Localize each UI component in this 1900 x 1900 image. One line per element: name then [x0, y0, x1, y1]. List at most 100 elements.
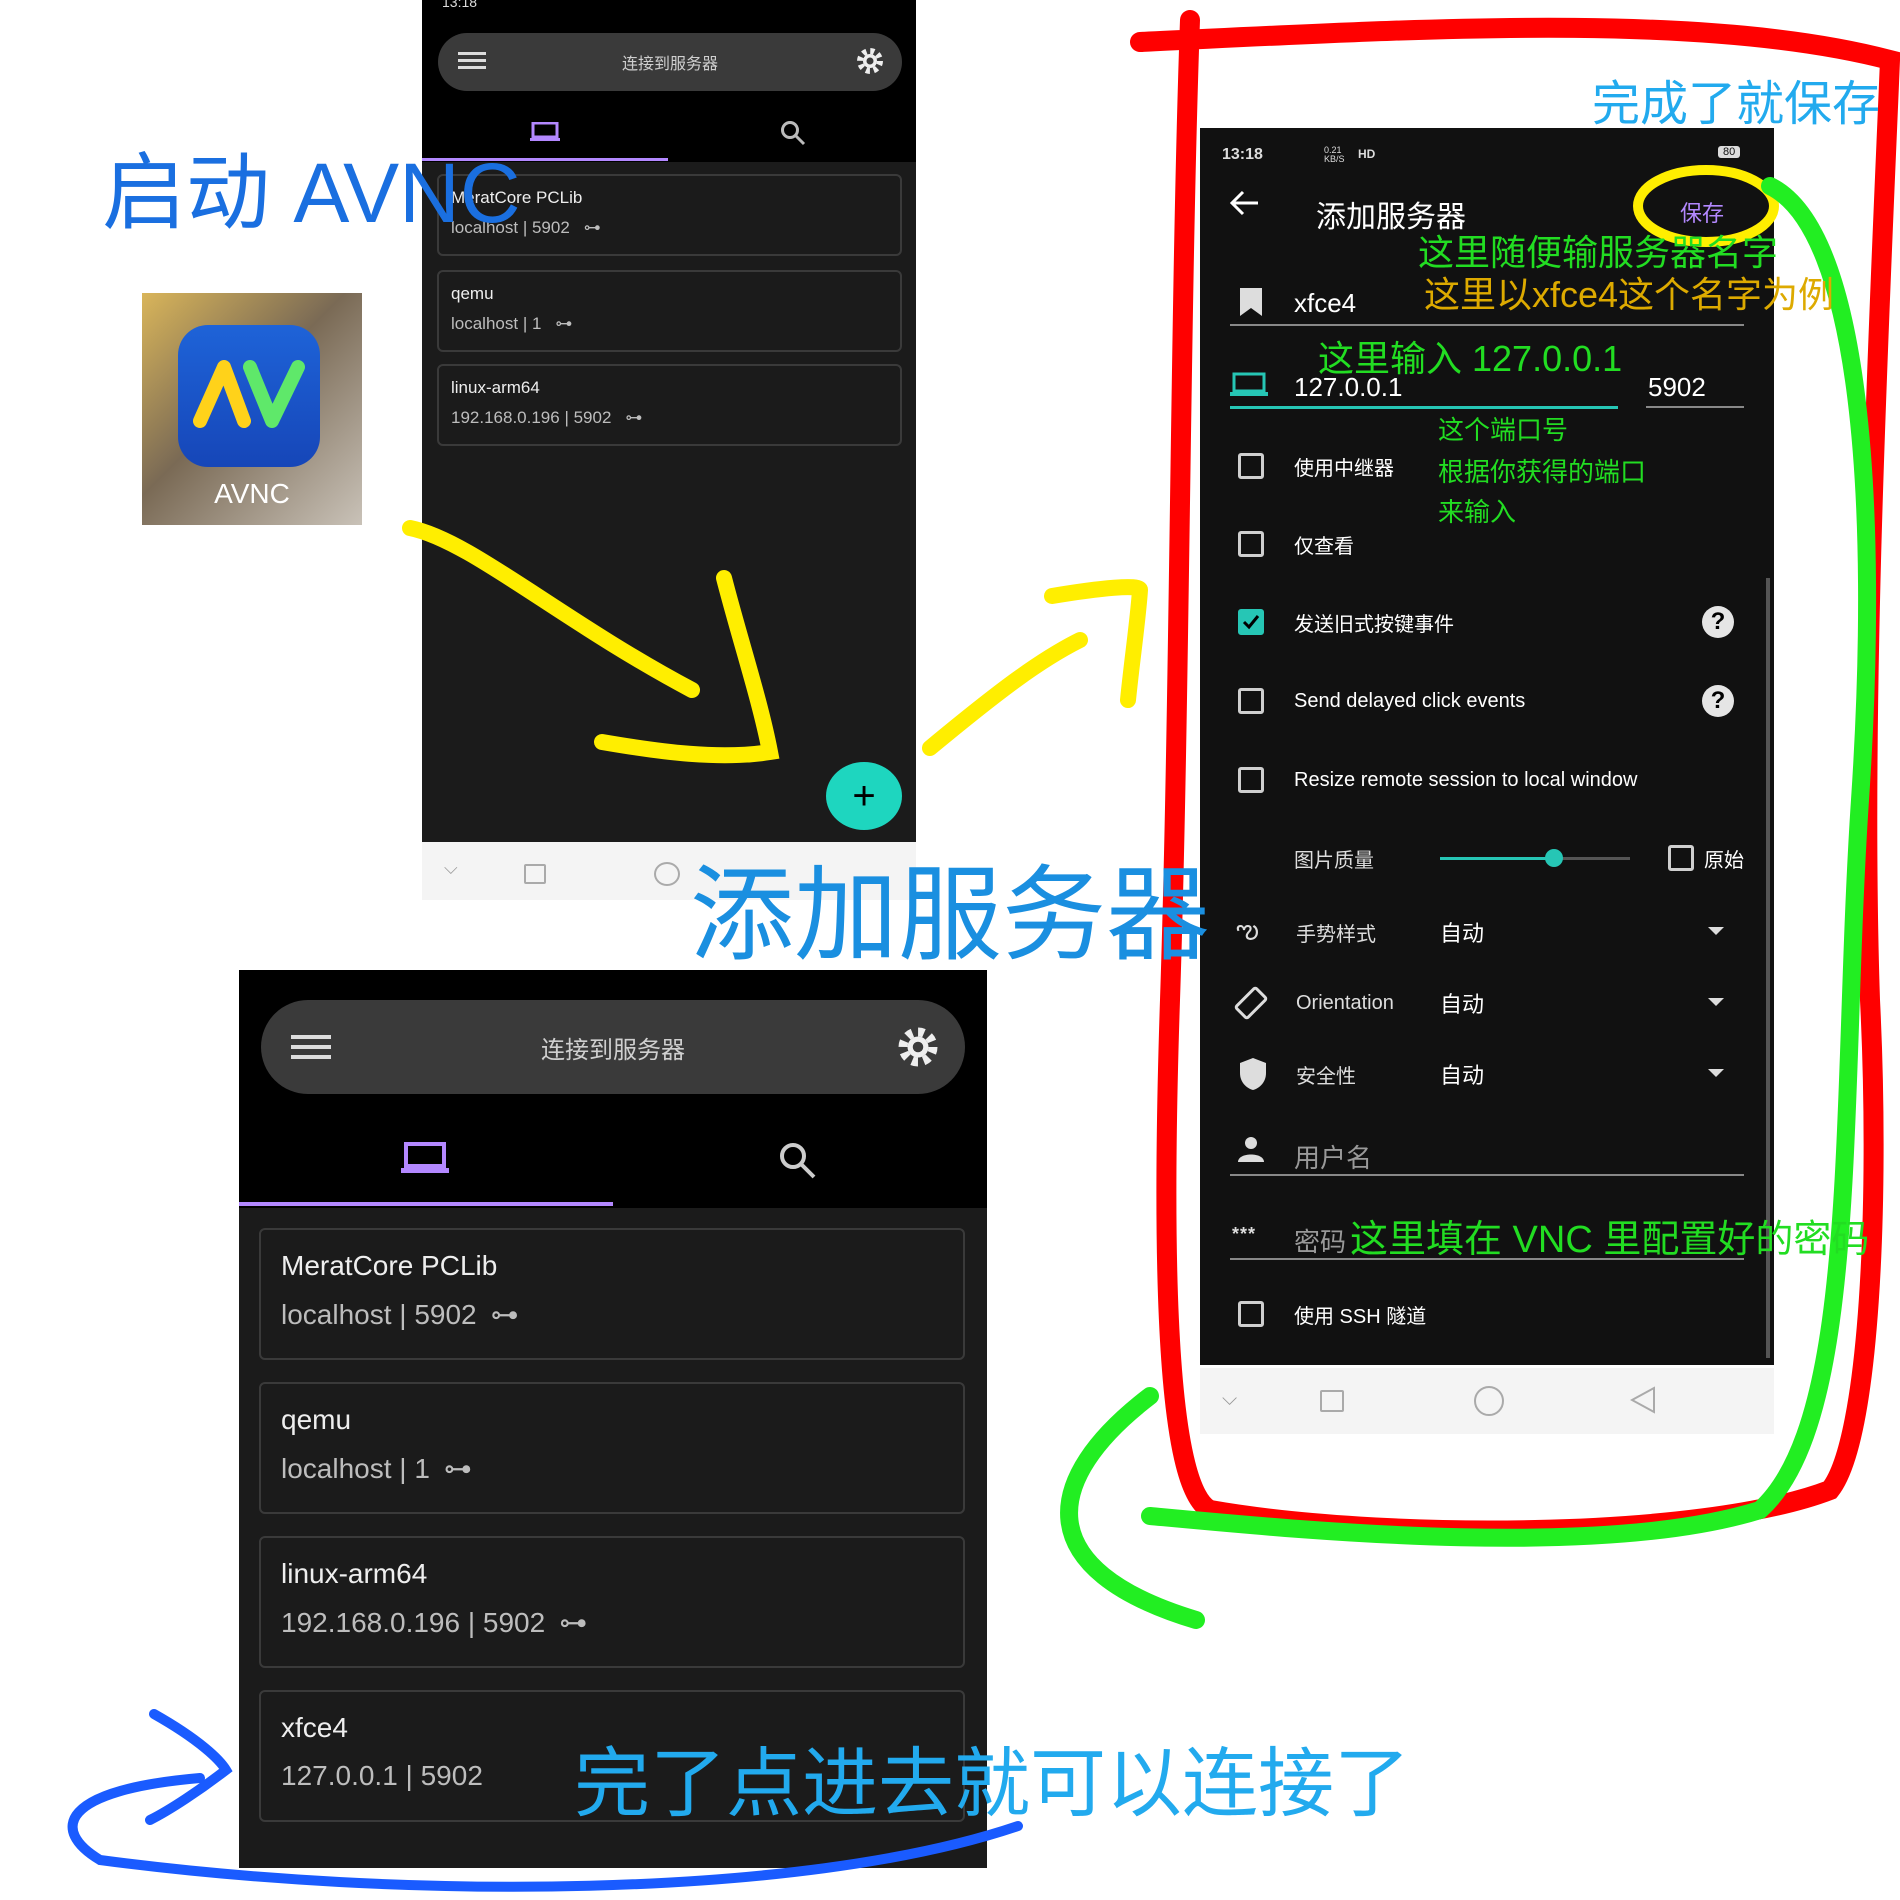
host-underline	[1230, 406, 1618, 409]
gesture-style-row[interactable]: ఌ 手势样式 自动	[1200, 912, 1774, 952]
nav-home-icon[interactable]	[654, 862, 680, 886]
tab-saved-laptop-icon[interactable]	[530, 122, 560, 142]
key-icon: ⊶	[559, 1607, 588, 1638]
server-detail: 127.0.0.1 | 5902	[281, 1760, 483, 1791]
resize-row[interactable]: Resize remote session to local window	[1200, 762, 1774, 798]
server-name: qemu	[281, 1404, 352, 1435]
server-detail: 192.168.0.196 | 5902	[281, 1606, 546, 1638]
form-nav-bar: ⌵	[1200, 1368, 1774, 1434]
host-laptop-icon	[1230, 372, 1268, 398]
status-bar: 13:18	[442, 0, 478, 10]
server-detail: localhost | 5902	[281, 1298, 477, 1330]
legacy-keys-row[interactable]: 发送旧式按键事件 ?	[1200, 604, 1774, 640]
username-input[interactable]: 用户名	[1294, 1138, 1372, 1175]
port-input[interactable]: 5902	[1648, 372, 1706, 403]
connect-hint: 完了点进去就可以连接了	[574, 1742, 1410, 1827]
gesture-value[interactable]: 自动	[1440, 916, 1484, 948]
app-name-label: AVNC	[214, 478, 290, 509]
name-underline	[1230, 324, 1744, 326]
add-server-fab[interactable]: +	[826, 762, 902, 830]
port-hint-2: 根据你获得的端口	[1438, 457, 1647, 487]
server-name: xfce4	[281, 1712, 348, 1743]
view-only-row[interactable]: 仅查看	[1200, 526, 1774, 562]
orientation-label: Orientation	[1296, 991, 1394, 1014]
ssh-label: 使用 SSH 隧道	[1294, 1305, 1427, 1328]
bookmark-icon	[1240, 288, 1262, 316]
nav-triangle-icon[interactable]	[1630, 1386, 1656, 1414]
view-only-checkbox[interactable]	[1238, 531, 1264, 557]
username-underline	[1230, 1174, 1744, 1176]
key-icon: ⊶	[443, 1453, 472, 1484]
tab-saved-laptop-icon[interactable]	[401, 1142, 449, 1174]
topbar-title: 连接到服务器	[621, 56, 718, 73]
host-hint: 这里输入 127.0.0.1	[1318, 338, 1623, 379]
password-input[interactable]: 密码	[1294, 1222, 1346, 1259]
server-card[interactable]: linux-arm64 192.168.0.196 | 5902 ⊶	[437, 364, 902, 446]
quality-slider-fill	[1440, 857, 1554, 860]
search-bar[interactable]: 连接到服务器	[438, 33, 902, 91]
server-list: MeratCore PCLib localhost | 5902 ⊶ qemu l…	[422, 162, 916, 842]
nav-recent-icon[interactable]	[1320, 1390, 1344, 1412]
search-bar[interactable]: 连接到服务器	[261, 1000, 965, 1094]
help-icon[interactable]: ?	[1702, 685, 1734, 717]
quality-slider-thumb[interactable]	[1545, 849, 1563, 867]
port-underline	[1646, 406, 1744, 408]
repeater-label: 使用中继器	[1294, 457, 1394, 480]
password-hint: 这里填在 VNC 里配置好的密码	[1350, 1219, 1870, 1261]
delayed-click-checkbox[interactable]	[1238, 688, 1264, 714]
server-detail: 192.168.0.196 | 5902	[451, 408, 612, 427]
shield-icon	[1238, 1057, 1268, 1091]
legacy-keys-checkbox[interactable]	[1238, 609, 1264, 635]
server-card[interactable]: qemu localhost | 1 ⊶	[437, 270, 902, 352]
ssh-checkbox[interactable]	[1238, 1301, 1264, 1327]
nav-back-icon[interactable]: ⌵	[444, 858, 458, 879]
battery-icon: 80	[1718, 146, 1741, 158]
server-card[interactable]: MeratCore PCLib localhost | 5902 ⊶	[259, 1228, 965, 1360]
chevron-down-icon[interactable]	[1708, 927, 1724, 937]
ssh-row[interactable]: 使用 SSH 隧道	[1200, 1296, 1774, 1332]
delayed-click-row[interactable]: Send delayed click events ?	[1200, 683, 1774, 719]
security-value[interactable]: 自动	[1440, 1058, 1484, 1090]
orientation-row[interactable]: Orientation 自动	[1200, 983, 1774, 1023]
menu-icon[interactable]	[291, 1032, 331, 1062]
repeater-checkbox[interactable]	[1238, 453, 1264, 479]
key-icon: ⊶	[490, 1299, 519, 1330]
security-label: 安全性	[1296, 1065, 1356, 1088]
save-annotation: 完成了就保存	[1592, 78, 1881, 131]
back-arrow-icon[interactable]	[1230, 190, 1260, 216]
settings-gear-icon[interactable]	[897, 1026, 939, 1068]
person-icon	[1236, 1136, 1266, 1162]
resize-checkbox[interactable]	[1238, 767, 1264, 793]
name-input[interactable]: xfce4	[1294, 288, 1356, 319]
port-hint-1: 这个端口号	[1438, 415, 1569, 445]
resize-label: Resize remote session to local window	[1294, 768, 1638, 791]
security-row[interactable]: 安全性 自动	[1200, 1054, 1774, 1094]
yellow-arrow-2	[922, 632, 1088, 756]
add-server-annotation: 添加服务器	[690, 858, 1211, 974]
server-name: qemu	[451, 284, 494, 303]
chevron-down-icon[interactable]	[1708, 1069, 1724, 1079]
avnc-app-icon[interactable]: AVNC	[142, 293, 362, 525]
password-icon: ***	[1232, 1224, 1257, 1244]
gesture-icon: ఌ	[1236, 913, 1259, 944]
tab-discovery-search-icon[interactable]	[777, 1140, 817, 1180]
view-only-label: 仅查看	[1294, 535, 1354, 558]
raw-label: 原始	[1704, 849, 1744, 872]
server-card[interactable]: qemu localhost | 1 ⊶	[259, 1382, 965, 1514]
nav-back-icon[interactable]: ⌵	[1222, 1388, 1237, 1411]
orientation-value[interactable]: 自动	[1440, 987, 1484, 1019]
active-tab-indicator	[239, 1202, 613, 1206]
nav-recent-icon[interactable]	[524, 864, 546, 884]
name-hint-2: 这里以xfce4这个名字为例	[1424, 274, 1835, 315]
nav-home-icon[interactable]	[1474, 1386, 1504, 1416]
server-card[interactable]: linux-arm64 192.168.0.196 | 5902 ⊶	[259, 1536, 965, 1668]
tab-discovery-search-icon[interactable]	[780, 120, 806, 146]
raw-checkbox[interactable]	[1668, 845, 1694, 871]
chevron-down-icon[interactable]	[1708, 998, 1724, 1008]
delayed-click-label: Send delayed click events	[1294, 689, 1526, 712]
help-icon[interactable]: ?	[1702, 606, 1734, 638]
settings-gear-icon[interactable]	[856, 47, 884, 75]
quality-slider[interactable]	[1440, 849, 1630, 867]
status-time: 13:18	[1222, 146, 1263, 163]
menu-icon[interactable]	[458, 50, 486, 72]
